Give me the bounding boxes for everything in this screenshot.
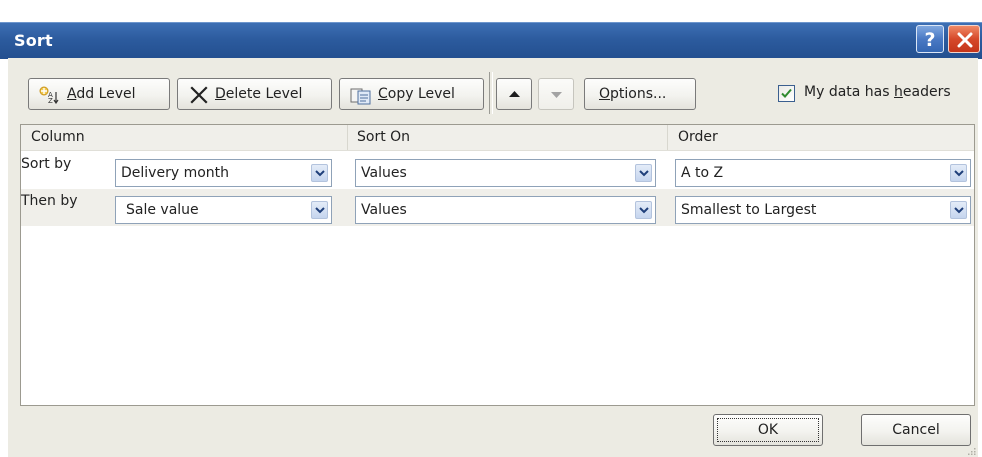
delete-level-label: Delete Level: [215, 86, 303, 102]
sort-on-value: Values: [361, 165, 407, 181]
ok-button[interactable]: OK: [713, 414, 823, 446]
delete-level-button[interactable]: Delete Level: [177, 78, 332, 110]
dropdown-arrow[interactable]: [311, 164, 328, 182]
dropdown-arrow[interactable]: [635, 164, 652, 182]
dropdown-arrow[interactable]: [311, 201, 328, 219]
chevron-down-icon: [954, 170, 964, 177]
sort-on-header: Sort On: [357, 129, 411, 145]
sort-on-value: Values: [361, 202, 407, 218]
help-icon: ?: [924, 29, 936, 51]
resize-grip-icon[interactable]: [968, 447, 976, 455]
chevron-down-icon: [315, 170, 325, 177]
column-dropdown[interactable]: Delivery month: [115, 159, 332, 187]
header-divider: [667, 125, 668, 150]
toolbar-separator: [489, 72, 493, 114]
add-level-icon: A Z: [39, 85, 61, 115]
dropdown-arrow[interactable]: [635, 201, 652, 219]
chevron-down-icon: [315, 207, 325, 214]
options-label: Options...: [599, 86, 667, 102]
chevron-down-icon: [954, 207, 964, 214]
add-level-label: Add Level: [67, 86, 136, 102]
close-button[interactable]: [948, 25, 980, 53]
cancel-button[interactable]: Cancel: [861, 414, 971, 446]
sort-level-row[interactable]: Then by Sale value Values Smallest to La…: [21, 189, 974, 226]
checkmark-icon: [781, 88, 792, 98]
dropdown-arrow[interactable]: [950, 164, 967, 182]
cancel-label: Cancel: [892, 422, 940, 438]
order-dropdown[interactable]: Smallest to Largest: [675, 196, 971, 224]
copy-level-label: Copy Level: [378, 86, 455, 102]
svg-text:Z: Z: [48, 97, 53, 104]
header-divider: [347, 125, 348, 150]
close-icon: [957, 32, 973, 48]
copy-icon: [350, 86, 372, 116]
sort-level-row[interactable]: Sort by Delivery month Values A to Z: [21, 152, 974, 189]
sort-dialog: Sort ? A Z Add Level Delete Level Copy L…: [0, 0, 982, 457]
sort-on-dropdown[interactable]: Values: [355, 159, 656, 187]
order-dropdown[interactable]: A to Z: [675, 159, 971, 187]
row-label: Then by: [21, 193, 78, 209]
column-value: Delivery month: [121, 165, 230, 181]
column-header: Column: [31, 129, 85, 145]
title-bar: Sort ?: [0, 22, 982, 59]
move-down-button[interactable]: [538, 78, 574, 110]
dialog-title: Sort: [14, 31, 53, 50]
grid-header: Column Sort On Order: [21, 125, 974, 151]
sort-on-dropdown[interactable]: Values: [355, 196, 656, 224]
down-triangle-icon: [551, 92, 562, 98]
up-triangle-icon: [509, 91, 520, 97]
headers-checkbox-label[interactable]: My data has headers: [804, 84, 951, 100]
order-header: Order: [678, 129, 718, 145]
move-up-button[interactable]: [496, 78, 532, 110]
dialog-body: A Z Add Level Delete Level Copy Level Op…: [8, 58, 978, 457]
ok-label: OK: [757, 422, 779, 438]
chevron-down-icon: [639, 170, 649, 177]
sort-levels-grid: Column Sort On Order Sort by Delivery mo…: [20, 124, 975, 406]
column-value: Sale value: [126, 202, 199, 218]
chevron-down-icon: [639, 207, 649, 214]
dropdown-arrow[interactable]: [950, 201, 967, 219]
column-dropdown[interactable]: Sale value: [115, 196, 332, 224]
copy-level-button[interactable]: Copy Level: [339, 78, 484, 110]
add-level-button[interactable]: A Z Add Level: [28, 78, 170, 110]
options-button[interactable]: Options...: [584, 78, 696, 110]
help-button[interactable]: ?: [916, 25, 944, 53]
order-value: A to Z: [681, 165, 724, 181]
x-icon: [190, 85, 208, 115]
order-value: Smallest to Largest: [681, 202, 817, 218]
headers-checkbox[interactable]: [778, 85, 795, 102]
row-label: Sort by: [21, 156, 72, 172]
